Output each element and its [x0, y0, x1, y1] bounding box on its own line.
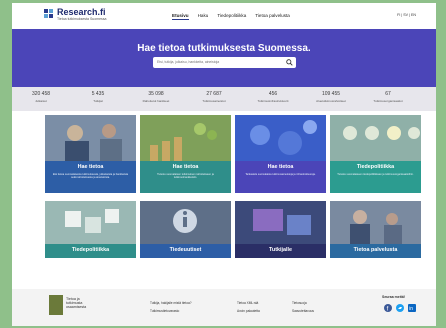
tile-image	[330, 201, 421, 244]
tile-search-2[interactable]: Hae tietoa Tutustu suomalaisen tutkimuks…	[140, 115, 231, 195]
tile-image	[45, 201, 136, 244]
stat-datasets[interactable]: 27 687 Tutkimusaineistot	[189, 91, 239, 103]
tile-title: Hae tietoa	[267, 164, 294, 170]
stats-bar: 320 458 Julkaisut 5 435 Tutkijat 35 098 Rah…	[12, 87, 436, 111]
main-nav: Etusivu Haku Tiedepolitiikka Tietoa palv…	[172, 13, 290, 20]
tile-band: Tietoa palvelusta	[330, 244, 421, 258]
tile-description: Tutustu suomalaiseen tiedepolitiikkaan j…	[337, 173, 414, 176]
footer-link[interactable]: Tutkija, hakijaile mistä tietoa?	[150, 301, 192, 305]
footer-logo[interactable]	[49, 295, 63, 315]
tile-title: Tiedepolitiikka	[71, 247, 110, 253]
tile-title: Tietoa palvelusta	[353, 247, 398, 253]
tile-about-service[interactable]: Tietoa palvelusta	[330, 201, 421, 258]
footer-link[interactable]: Tietoa XML:stä	[237, 301, 258, 305]
footer-link[interactable]: Saavutettavuus	[292, 309, 314, 313]
tile-band: Tiedepolitiikka	[45, 244, 136, 258]
tile-description: Tutustu suomalaisen tutkimuksen rahoituk…	[157, 173, 214, 180]
svg-text:f: f	[387, 307, 389, 313]
tile-title: Hae tietoa	[172, 164, 199, 170]
footer: Tietoa ja tutkimusta osaamisesta Tutkija…	[12, 289, 436, 326]
facebook-icon[interactable]: f	[384, 304, 392, 312]
tile-science-news[interactable]: Tiedeuutiset	[140, 201, 231, 258]
tile-search-3[interactable]: Hae tietoa Tarkastele suomalaisia tutkim…	[235, 115, 326, 195]
tile-band: Hae tietoa Tarkastele suomalaisia tutkim…	[235, 161, 326, 193]
tile-title: Tiedeuutiset	[169, 247, 202, 253]
svg-text:in: in	[409, 306, 413, 312]
tile-band: Hae tietoa Etsi tietoa suomalaisesta tut…	[45, 161, 136, 193]
tile-image	[45, 115, 136, 161]
logo-mark-icon	[44, 9, 54, 19]
tile-band: Tutkijalle	[235, 244, 326, 258]
tile-title: Tutkijalle	[269, 247, 292, 253]
tile-title: Hae tietoa	[77, 164, 104, 170]
logo-subtitle: Tietoa tutkimuksesta Suomessa	[57, 17, 107, 21]
stat-researchers[interactable]: 5 435 Tutkijat	[73, 91, 123, 103]
tile-band: Hae tietoa Tutustu suomalaisen tutkimuks…	[140, 161, 231, 193]
logo-title: Research.fi	[57, 7, 106, 17]
stat-funding-calls[interactable]: 109 455 Aluetutkimusrahoitteet	[306, 91, 356, 103]
header: Research.fi Tietoa tutkimuksesta Suomess…	[12, 3, 436, 29]
search-input[interactable]	[157, 60, 277, 64]
tile-science-policy-1[interactable]: Tiedepolitiikka Tutustu suomalaiseen tie…	[330, 115, 421, 195]
tile-science-policy-2[interactable]: Tiedepolitiikka	[45, 201, 136, 258]
tile-description: Etsi tietoa suomalaisesta tutkimuksesta,…	[52, 173, 129, 180]
footer-link[interactable]: Tutkimustietovarasto	[150, 309, 179, 313]
stat-infrastructures[interactable]: 456 Tutkimusinfrastruktuurit	[248, 91, 298, 103]
search-icon[interactable]	[286, 59, 293, 66]
tile-band: Tiedeuutiset	[140, 244, 231, 258]
search-bar	[153, 57, 296, 68]
tile-band: Tiedepolitiikka Tutustu suomalaiseen tie…	[330, 161, 421, 193]
tile-image	[235, 201, 326, 244]
hero: Hae tietoa tutkimuksesta Suomessa.	[12, 29, 436, 87]
tile-image	[330, 115, 421, 161]
tile-description: Tarkastele suomalaisia tutkimusaineistoj…	[245, 173, 316, 176]
nav-about[interactable]: Tietoa palvelusta	[255, 13, 290, 20]
stat-publications[interactable]: 320 458 Julkaisut	[16, 91, 66, 103]
tile-search-1[interactable]: Hae tietoa Etsi tietoa suomalaisesta tut…	[45, 115, 136, 195]
twitter-icon[interactable]	[396, 304, 404, 312]
footer-logo-text: Tietoa ja tutkimusta osaamisesta	[66, 297, 87, 309]
page: Research.fi Tietoa tutkimuksesta Suomess…	[12, 3, 436, 326]
nav-science-policy[interactable]: Tiedepolitiikka	[217, 13, 246, 20]
footer-link[interactable]: Avoin palautetta	[237, 309, 260, 313]
language-switcher[interactable]: FI | SV | EN	[397, 13, 416, 17]
nav-search[interactable]: Haku	[198, 13, 209, 20]
stat-funded-projects[interactable]: 35 098 Rahoitetut hankkeet	[131, 91, 181, 103]
footer-link[interactable]: Tietosuoja	[292, 301, 307, 305]
tile-image	[140, 115, 231, 161]
tile-image	[235, 115, 326, 161]
linkedin-icon[interactable]: in	[408, 304, 416, 312]
nav-home[interactable]: Etusivu	[172, 13, 189, 20]
follow-us-label: Seuraa meitä!	[382, 295, 405, 299]
stat-organizations[interactable]: 67 Tutkimusorganisaatiot	[363, 91, 413, 103]
logo[interactable]: Research.fi Tietoa tutkimuksesta Suomess…	[44, 8, 106, 22]
tile-image	[140, 201, 231, 244]
tile-for-researchers[interactable]: Tutkijalle	[235, 201, 326, 258]
hero-title: Hae tietoa tutkimuksesta Suomessa.	[137, 43, 311, 54]
tile-title: Tiedepolitiikka	[356, 164, 395, 170]
